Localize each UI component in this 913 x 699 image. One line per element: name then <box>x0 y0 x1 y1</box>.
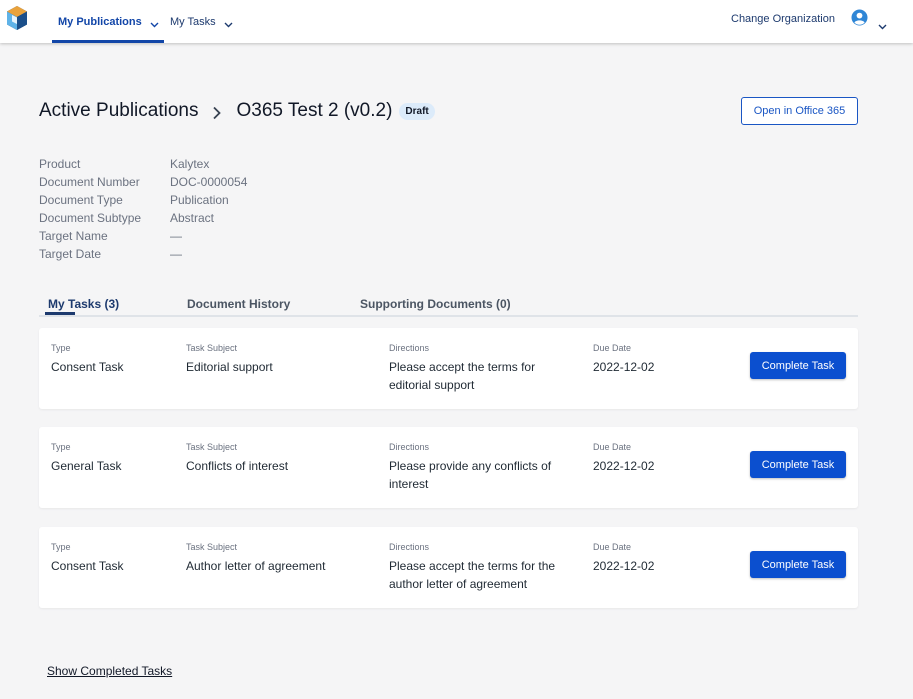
metadata-label: Document Type <box>39 193 123 207</box>
metadata-value: — <box>170 247 182 261</box>
metadata-label: Document Number <box>39 175 140 189</box>
metadata-value: — <box>170 229 182 243</box>
task-subject-value: Editorial support <box>186 360 273 374</box>
task-directions-cell: Directions Please accept the terms for t… <box>389 542 574 593</box>
task-type-value: Consent Task <box>51 559 124 573</box>
task-due-date-value: 2022-12-02 <box>593 459 655 473</box>
breadcrumb: Active Publications O365 Test 2 (v0.2) D… <box>39 99 435 123</box>
user-avatar-icon <box>851 9 868 31</box>
nav-my-publications-label: My Publications <box>58 15 142 28</box>
metadata-label: Document Subtype <box>39 211 142 225</box>
chevron-down-icon <box>150 19 159 27</box>
task-due-date-header: Due Date <box>593 442 632 452</box>
change-organization-link[interactable]: Change Organization <box>731 0 835 38</box>
task-subject-cell: Task Subject Author letter of agreement <box>186 542 376 575</box>
nav-active-indicator <box>52 40 164 43</box>
metadata-row: Document Number DOC-0000054 <box>39 173 247 191</box>
metadata-value: Publication <box>170 193 229 207</box>
document-tabs: My Tasks (3) Document History Supporting… <box>39 293 858 317</box>
task-subject-cell: Task Subject Conflicts of interest <box>186 442 376 475</box>
task-due-date-value: 2022-12-02 <box>593 559 655 573</box>
metadata-row: Target Name — <box>39 227 247 245</box>
open-in-office-365-button[interactable]: Open in Office 365 <box>741 97 858 125</box>
complete-task-button[interactable]: Complete Task <box>750 352 846 379</box>
task-subject-cell: Task Subject Editorial support <box>186 343 376 376</box>
task-type-cell: Type General Task <box>51 442 171 475</box>
task-directions-header: Directions <box>389 542 430 552</box>
metadata-value: Kalytex <box>170 157 210 171</box>
task-type-header: Type <box>51 442 71 452</box>
task-directions-value: Please accept the terms for editorial su… <box>389 360 536 392</box>
task-directions-header: Directions <box>389 343 430 353</box>
complete-task-button[interactable]: Complete Task <box>750 451 846 478</box>
metadata-value: Abstract <box>170 211 215 225</box>
task-directions-header: Directions <box>389 442 430 452</box>
task-subject-value: Author letter of agreement <box>186 559 326 573</box>
task-due-date-value: 2022-12-02 <box>593 360 655 374</box>
metadata-row: Target Date — <box>39 245 247 263</box>
task-subject-header: Task Subject <box>186 442 238 452</box>
task-due-date-header: Due Date <box>593 343 632 353</box>
cube-logo-icon[interactable] <box>6 5 28 31</box>
task-subject-header: Task Subject <box>186 542 238 552</box>
task-type-cell: Type Consent Task <box>51 542 171 575</box>
complete-task-button[interactable]: Complete Task <box>750 551 846 578</box>
status-badge: Draft <box>399 102 435 120</box>
chevron-right-icon <box>212 104 222 120</box>
metadata-row: Product Kalytex <box>39 155 247 173</box>
task-type-header: Type <box>51 542 71 552</box>
task-type-header: Type <box>51 343 71 353</box>
task-due-date-cell: Due Date 2022-12-02 <box>593 343 693 376</box>
change-organization-label: Change Organization <box>731 13 835 25</box>
metadata-row: Document Type Publication <box>39 191 247 209</box>
task-type-value: Consent Task <box>51 360 124 374</box>
task-subject-header: Task Subject <box>186 343 238 353</box>
nav-my-tasks-label: My Tasks <box>170 15 216 28</box>
metadata-row: Document Subtype Abstract <box>39 209 247 227</box>
metadata-label: Product <box>39 157 81 171</box>
document-metadata: Product Kalytex Document Number DOC-0000… <box>39 155 247 263</box>
task-directions-cell: Directions Please accept the terms for e… <box>389 343 574 394</box>
task-due-date-cell: Due Date 2022-12-02 <box>593 442 693 475</box>
metadata-label: Target Name <box>39 229 108 243</box>
task-directions-value: Please accept the terms for the author l… <box>389 559 556 591</box>
tab-supporting-documents[interactable]: Supporting Documents (0) <box>360 293 511 315</box>
task-type-value: General Task <box>51 459 122 473</box>
task-card: Type General Task Task Subject Conflicts… <box>39 427 858 508</box>
tab-active-indicator <box>45 312 75 315</box>
task-subject-value: Conflicts of interest <box>186 459 289 473</box>
breadcrumb-active-publications[interactable]: Active Publications <box>39 100 198 122</box>
task-card: Type Consent Task Task Subject Author le… <box>39 527 858 608</box>
metadata-label: Target Date <box>39 247 102 261</box>
tab-document-history[interactable]: Document History <box>187 293 290 315</box>
task-due-date-header: Due Date <box>593 542 632 552</box>
top-navigation-bar: My Publications My Tasks Change Organiza… <box>0 0 913 43</box>
chevron-down-icon <box>224 19 233 27</box>
task-type-cell: Type Consent Task <box>51 343 171 376</box>
page-title: O365 Test 2 (v0.2) <box>236 100 393 121</box>
task-card: Type Consent Task Task Subject Editorial… <box>39 328 858 409</box>
metadata-value: DOC-0000054 <box>170 175 248 189</box>
task-due-date-cell: Due Date 2022-12-02 <box>593 542 693 575</box>
show-completed-tasks-link[interactable]: Show Completed Tasks <box>47 664 172 678</box>
user-menu[interactable] <box>851 9 887 31</box>
nav-my-publications[interactable]: My Publications <box>58 0 159 43</box>
chevron-down-icon <box>878 17 887 29</box>
nav-my-tasks[interactable]: My Tasks <box>170 0 233 43</box>
task-directions-cell: Directions Please provide any conflicts … <box>389 442 574 493</box>
task-directions-value: Please provide any conflicts of interest <box>389 459 552 491</box>
